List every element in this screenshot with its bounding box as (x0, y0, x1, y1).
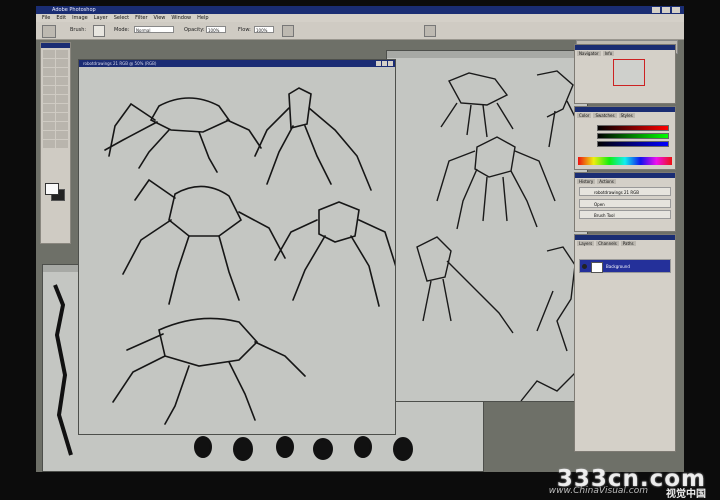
blue-slider[interactable] (597, 141, 669, 147)
palette-toggle-icon[interactable] (424, 25, 436, 37)
tab-layers[interactable]: Layers (577, 241, 595, 246)
tab-actions[interactable]: Actions (597, 179, 616, 184)
document-window-back-right[interactable] (386, 50, 588, 402)
notes-tool-icon[interactable] (43, 131, 55, 139)
menu-view[interactable]: View (154, 14, 166, 22)
document-window-active[interactable]: robotdrawings 21 RGB @ 50% (RGB) (78, 59, 396, 435)
tab-navigator[interactable]: Navigator (577, 51, 601, 56)
layer-thumbnail (591, 262, 603, 273)
navigator-palette: Navigator Info (574, 44, 676, 104)
layers-tabs: Layers Channels Paths (575, 240, 675, 247)
opacity-field[interactable]: 100% (206, 26, 226, 33)
menu-bar: File Edit Image Layer Select Filter View… (36, 14, 684, 22)
history-palette: History Actions robotdrawings 21 RGB Ope… (574, 172, 676, 232)
hand-tool-icon[interactable] (43, 140, 55, 148)
history-state-brush[interactable]: Brush Tool (579, 210, 671, 219)
app-title: Adobe Photoshop (52, 7, 96, 13)
brush-label: Brush: (70, 27, 87, 33)
menu-select[interactable]: Select (114, 14, 129, 22)
tool-preset-icon[interactable] (42, 25, 56, 38)
tab-info[interactable]: Info (602, 51, 615, 56)
crop-tool-icon[interactable] (43, 68, 55, 76)
eraser-tool-icon[interactable] (43, 95, 55, 103)
marquee-tool-icon[interactable] (43, 50, 55, 58)
opacity-label: Opacity: (184, 27, 205, 33)
window-controls (652, 7, 680, 13)
menu-window[interactable]: Window (171, 14, 191, 22)
menu-layer[interactable]: Layer (94, 14, 108, 22)
mode-label: Mode: (114, 27, 130, 33)
flow-field[interactable]: 100% (254, 26, 274, 33)
green-slider[interactable] (597, 133, 669, 139)
foreground-color-swatch[interactable] (45, 183, 59, 195)
tab-swatches[interactable]: Swatches (593, 113, 617, 118)
photoshop-window: Adobe Photoshop File Edit Image Layer Se… (36, 6, 684, 472)
spider-robot-sketches (104, 87, 395, 425)
color-spectrum-bar[interactable] (578, 157, 672, 165)
dodge-tool-icon[interactable] (56, 104, 68, 112)
tab-color[interactable]: Color (577, 113, 592, 118)
color-palette: Color Swatches Styles (574, 106, 676, 170)
tab-channels[interactable]: Channels (596, 241, 619, 246)
move-tool-icon[interactable] (56, 50, 68, 58)
brush-tool-icon[interactable] (56, 77, 68, 85)
gradient-tool-icon[interactable] (56, 95, 68, 103)
shape-tool-icon[interactable] (56, 122, 68, 130)
brush-picker-icon[interactable] (93, 25, 105, 37)
airbrush-icon[interactable] (282, 25, 294, 37)
close-button[interactable] (672, 7, 680, 13)
layers-palette: Layers Channels Paths Background (574, 234, 676, 452)
tab-styles[interactable]: Styles (618, 113, 635, 118)
app-title-bar: Adobe Photoshop (36, 6, 684, 14)
stamp-tool-icon[interactable] (43, 86, 55, 94)
navigator-tabs: Navigator Info (575, 50, 675, 57)
layer-name: Background (606, 264, 630, 269)
toolbox (40, 42, 71, 244)
healing-tool-icon[interactable] (43, 77, 55, 85)
tool-grid (41, 48, 70, 150)
watermark-site: www.ChinaVisual.com (548, 486, 648, 496)
lasso-tool-icon[interactable] (43, 59, 55, 67)
mode-select[interactable]: Normal (134, 26, 174, 33)
menu-file[interactable]: File (42, 14, 50, 22)
history-state-open[interactable]: Open (579, 199, 671, 208)
video-frame: Adobe Photoshop File Edit Image Layer Se… (0, 0, 720, 500)
color-tabs: Color Swatches Styles (575, 112, 675, 119)
tab-paths[interactable]: Paths (620, 241, 636, 246)
type-tool-icon[interactable] (56, 113, 68, 121)
zoom-tool-icon[interactable] (56, 140, 68, 148)
watermark-brand: 视觉中国 (666, 489, 706, 500)
history-brush-tool-icon[interactable] (56, 86, 68, 94)
slice-tool-icon[interactable] (56, 68, 68, 76)
minimize-button[interactable] (652, 7, 660, 13)
eyedropper-tool-icon[interactable] (56, 131, 68, 139)
menu-image[interactable]: Image (72, 14, 88, 22)
red-slider[interactable] (597, 125, 669, 131)
menu-filter[interactable]: Filter (135, 14, 147, 22)
history-snapshot[interactable]: robotdrawings 21 RGB (579, 187, 671, 196)
eye-icon[interactable] (582, 264, 587, 269)
maximize-button[interactable] (662, 7, 670, 13)
tab-history[interactable]: History (577, 179, 596, 184)
magic-wand-tool-icon[interactable] (56, 59, 68, 67)
robot-concept-sketches (416, 70, 584, 401)
pen-tool-icon[interactable] (43, 122, 55, 130)
flow-label: Flow: (238, 27, 251, 33)
history-tabs: History Actions (575, 178, 675, 185)
path-select-tool-icon[interactable] (43, 113, 55, 121)
blur-tool-icon[interactable] (43, 104, 55, 112)
options-bar: Brush: Mode: Normal Opacity: 100% Flow: … (36, 22, 684, 54)
layer-row-background[interactable]: Background (579, 259, 671, 273)
menu-help[interactable]: Help (197, 14, 208, 22)
navigator-thumbnail[interactable] (613, 59, 645, 86)
menu-edit[interactable]: Edit (56, 14, 66, 22)
